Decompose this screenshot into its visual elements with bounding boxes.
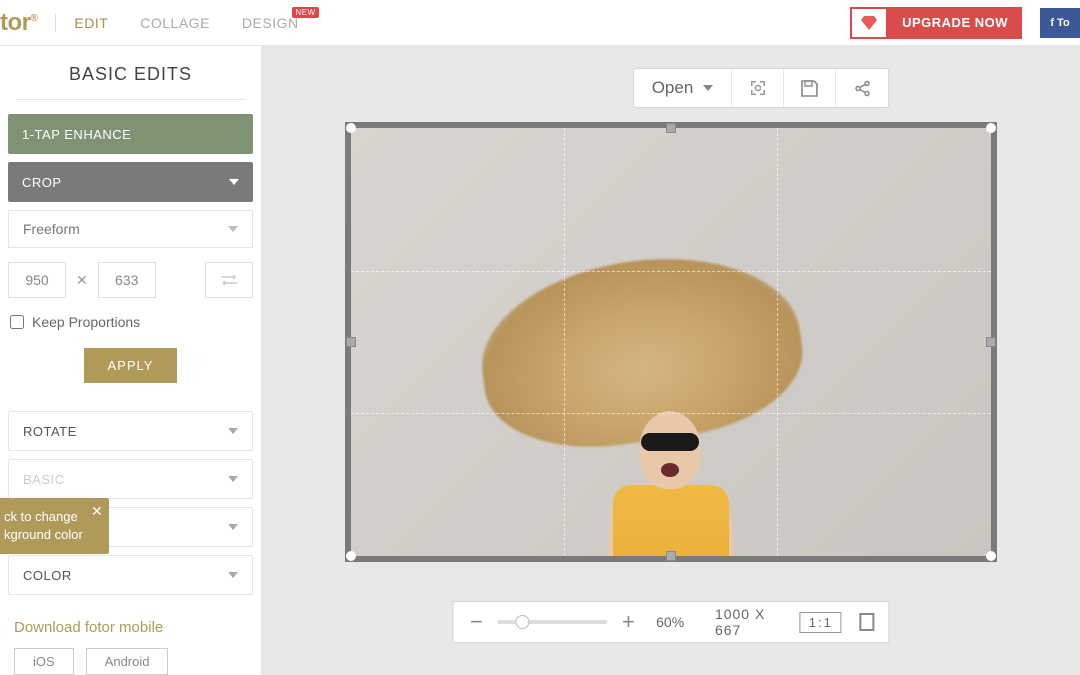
swap-icon [219,274,239,286]
crop-panel-body: Freeform ✕ Keep Proportions APPLY [8,210,253,411]
save-icon[interactable] [784,69,836,107]
keep-proportions-checkbox[interactable] [10,315,24,329]
swap-dimensions-button[interactable] [205,262,253,298]
zoom-percent: 60% [655,614,685,630]
facebook-button[interactable]: f To [1040,8,1080,38]
zoom-in-button[interactable]: + [619,609,637,635]
image-frame[interactable] [345,122,997,562]
zoom-out-button[interactable]: − [467,609,485,635]
download-section: Download fotor mobile iOS Android [8,619,253,675]
open-button[interactable]: Open [634,69,733,107]
chevron-down-icon [229,179,239,185]
crop-width-input[interactable] [8,262,66,298]
photo-canvas[interactable] [351,128,991,556]
new-badge: NEW [292,7,318,18]
bottom-bar: − + 60% 1000 X 667 1:1 [452,601,889,643]
chevron-down-icon [703,85,713,91]
chevron-down-icon [228,572,238,578]
basic-panel[interactable]: BASIC [8,459,253,499]
keep-proportions-row[interactable]: Keep Proportions [8,314,253,330]
sidebar: BASIC EDITS 1-TAP ENHANCE CROP Freeform … [0,46,262,675]
android-button[interactable]: Android [86,648,169,675]
logo: tor® [0,9,37,37]
aspect-ratio-button[interactable]: 1:1 [800,612,842,633]
chevron-down-icon [228,428,238,434]
ios-button[interactable]: iOS [14,648,74,675]
divider [55,14,56,32]
zoom-slider-thumb[interactable] [515,615,529,629]
upgrade-button[interactable]: UPGRADE NOW [850,7,1022,39]
nav-edit[interactable]: EDIT [74,15,108,31]
download-title: Download fotor mobile [14,619,247,636]
chevron-down-icon [228,226,238,232]
crop-height-input[interactable] [98,262,156,298]
canvas-area: Open [262,46,1080,675]
crop-mode-dropdown[interactable]: Freeform [8,210,253,248]
chevron-down-icon [228,476,238,482]
top-bar: tor® EDIT COLLAGE DESIGN NEW UPGRADE NOW… [0,0,1080,46]
nav-design[interactable]: DESIGN NEW [242,15,299,31]
close-icon[interactable]: ✕ [91,502,103,522]
main-nav: EDIT COLLAGE DESIGN NEW [74,15,298,31]
canvas-dimensions: 1000 X 667 [703,606,782,638]
dimension-x: ✕ [76,272,88,289]
capture-icon[interactable] [732,69,784,107]
zoom-slider[interactable] [497,620,607,624]
sidebar-title: BASIC EDITS [16,64,245,100]
background-color-tooltip: ✕ ck to change kground color [0,498,109,554]
apply-button[interactable]: APPLY [84,348,178,383]
nav-collage[interactable]: COLLAGE [140,15,210,31]
share-icon[interactable] [836,69,888,107]
crop-panel-header[interactable]: CROP [8,162,253,202]
chevron-down-icon [228,524,238,530]
rotate-panel[interactable]: ROTATE [8,411,253,451]
color-panel[interactable]: COLOR [8,555,253,595]
enhance-button[interactable]: 1-TAP ENHANCE [8,114,253,154]
canvas-toolbar: Open [633,68,890,108]
fullscreen-button[interactable] [860,613,875,631]
diamond-icon [852,9,886,37]
